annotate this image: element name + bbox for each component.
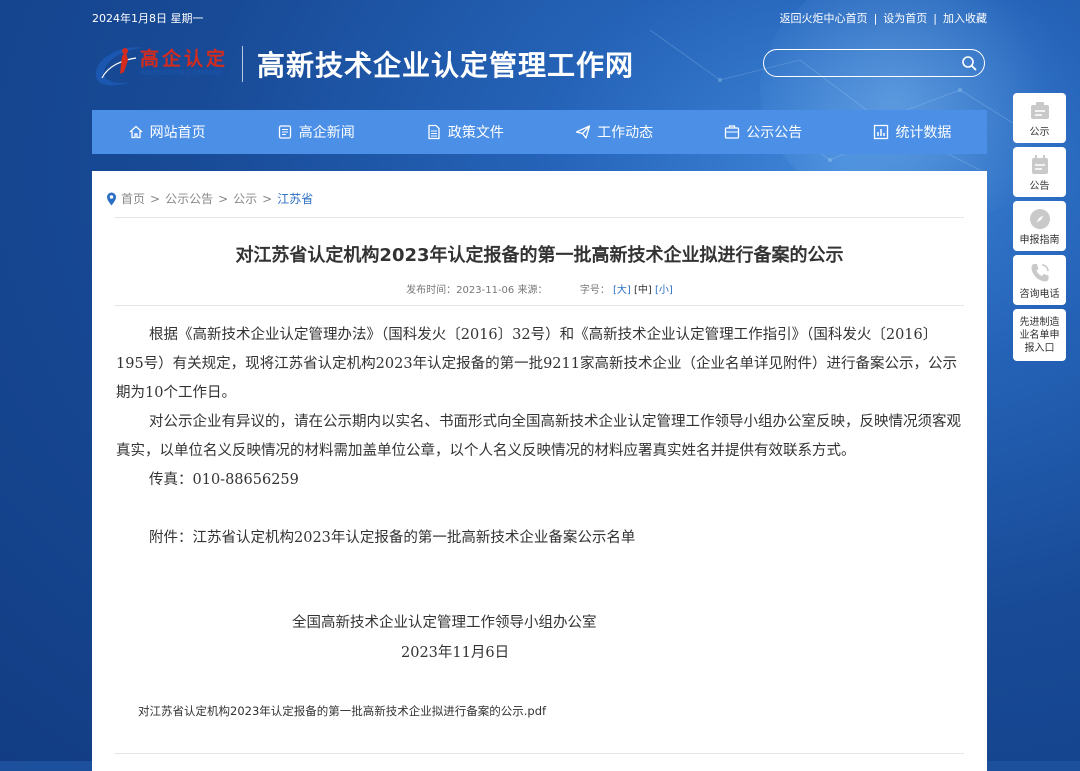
divider <box>114 753 964 754</box>
sidebar-item-announcement[interactable]: 公告 <box>1013 147 1066 197</box>
top-links: 返回火炬中心首页 | 设为首页 | 加入收藏 <box>779 12 987 25</box>
document-icon <box>428 124 440 140</box>
font-size-large-link[interactable]: [大] <box>613 285 631 296</box>
main-nav: 网站首页 高企新闻 政策文件 工作动态 公示公告 统计数据 <box>92 110 987 154</box>
attachment-pdf-link[interactable]: 对江苏省认定机构2023年认定报备的第一批高新技术企业拟进行备案的公示.pdf <box>138 703 546 719</box>
home-icon <box>129 125 143 139</box>
sidebar-item-hotline[interactable]: 咨询电话 <box>1013 255 1066 305</box>
breadcrumb-announcements[interactable]: 公示公告 <box>165 190 213 207</box>
signature-date: 2023年11月6日 <box>401 645 510 661</box>
nav-item-label: 统计数据 <box>895 125 952 141</box>
nav-item-announcements[interactable]: 公示公告 <box>689 110 838 154</box>
notice-board-icon <box>1030 102 1049 119</box>
logo-cn-text: 高企认定 <box>140 48 229 70</box>
publish-time-label: 发布时间： <box>406 285 457 296</box>
location-pin-icon <box>107 192 116 205</box>
sidebar-item-label: 咨询电话 <box>1019 289 1060 300</box>
source-label: 来源： <box>517 285 548 296</box>
compass-icon <box>1029 209 1050 229</box>
nav-item-home[interactable]: 网站首页 <box>92 110 241 154</box>
top-bar: 2024年1月8日 星期一 返回火炬中心首页 | 设为首页 | 加入收藏 <box>92 9 987 27</box>
breadcrumb-notices[interactable]: 公示 <box>233 190 257 207</box>
set-homepage-link[interactable]: 设为首页 <box>883 12 927 25</box>
sidebar-item-label-line: 业名单申 <box>1019 330 1060 341</box>
nav-item-news[interactable]: 高企新闻 <box>241 110 390 154</box>
logo-en-text: INNOVATION COMPANY <box>139 69 223 77</box>
phone-icon <box>1031 264 1049 282</box>
back-to-torch-home-link[interactable]: 返回火炬中心首页 <box>780 12 868 25</box>
sidebar-item-label: 公示 <box>1029 127 1050 138</box>
sidebar-item-label: 公告 <box>1029 181 1050 192</box>
nav-item-policy[interactable]: 政策文件 <box>390 110 539 154</box>
font-size-medium-link[interactable]: [中] <box>634 285 652 296</box>
search-box[interactable] <box>763 49 985 77</box>
breadcrumb-current[interactable]: 江苏省 <box>277 190 313 207</box>
nav-item-label: 公示公告 <box>746 125 803 141</box>
search-icon[interactable] <box>961 55 977 71</box>
article-body: 根据《高新技术企业认定管理办法》（国科发火〔2016〕32号）和《高新技术企业认… <box>116 321 961 553</box>
nav-item-label: 高企新闻 <box>298 125 355 141</box>
news-icon <box>278 125 291 139</box>
calendar-icon <box>1031 155 1048 174</box>
logo-divider <box>242 46 243 82</box>
sidebar-item-label: 申报指南 <box>1019 235 1060 246</box>
site-logo[interactable]: 高企认定 INNOVATION COMPANY 高新技术企业认定管理工作网 <box>92 38 692 88</box>
body-paragraph: 对公示企业有异议的，请在公示期内以实名、书面形式向全国高新技术企业认定管理工作领… <box>116 414 961 459</box>
search-input[interactable] <box>776 54 960 74</box>
sidebar-item-application-guide[interactable]: 申报指南 <box>1013 201 1066 251</box>
article-meta: 发布时间：2023-11-06 来源： 字号： [大] [中] [小] <box>92 281 987 296</box>
article-container: 首页 > 公示公告 > 公示 > 江苏省 对江苏省认定机构2023年认定报备的第一批高… <box>92 171 987 771</box>
attachment-line: 附件：江苏省认定机构2023年认定报备的第一批高新技术企业备案公示名单 <box>149 530 636 546</box>
sidebar-item-publicity[interactable]: 公示 <box>1013 93 1066 143</box>
bar-chart-icon <box>874 124 889 140</box>
font-size-small-link[interactable]: [小] <box>655 285 673 296</box>
fax-line: 传真：010-88656259 <box>149 472 299 488</box>
sidebar-item-label-line: 报入口 <box>1024 343 1055 354</box>
article-title: 对江苏省认定机构2023年认定报备的第一批高新技术企业拟进行备案的公示 <box>235 245 844 266</box>
divider <box>114 217 964 218</box>
paper-plane-icon <box>575 125 591 139</box>
signature-org: 全国高新技术企业认定管理工作领导小组办公室 <box>292 615 597 631</box>
nav-item-label: 网站首页 <box>149 125 206 141</box>
body-paragraph: 根据《高新技术企业认定管理办法》（国科发火〔2016〕32号）和《高新技术企业认… <box>116 327 957 401</box>
nav-item-work-updates[interactable]: 工作动态 <box>540 110 689 154</box>
current-date: 2024年1月8日 星期一 <box>92 12 204 25</box>
sidebar-item-advanced-manufacturing-entry[interactable]: 先进制造 业名单申 报入口 <box>1013 309 1066 361</box>
briefcase-icon <box>725 125 740 139</box>
publish-time: 2023-11-06 <box>456 285 515 296</box>
font-size-label: 字号： <box>579 285 610 296</box>
nav-item-label: 工作动态 <box>597 125 654 141</box>
sidebar-item-label-line: 先进制造 <box>1019 317 1060 328</box>
add-favorite-link[interactable]: 加入收藏 <box>943 12 987 25</box>
divider <box>114 305 964 306</box>
breadcrumb-home[interactable]: 首页 <box>121 190 145 207</box>
breadcrumb: 首页 > 公示公告 > 公示 > 江苏省 <box>106 190 313 207</box>
network-lines-decoration <box>649 29 1041 171</box>
nav-item-label: 政策文件 <box>447 125 504 141</box>
nav-item-statistics[interactable]: 统计数据 <box>838 110 987 154</box>
floating-sidebar: 公示 公告 申报指南 咨询电话 先进制造 业名单申 报入口 <box>1013 93 1066 365</box>
site-title: 高新技术企业认定管理工作网 <box>257 49 635 82</box>
